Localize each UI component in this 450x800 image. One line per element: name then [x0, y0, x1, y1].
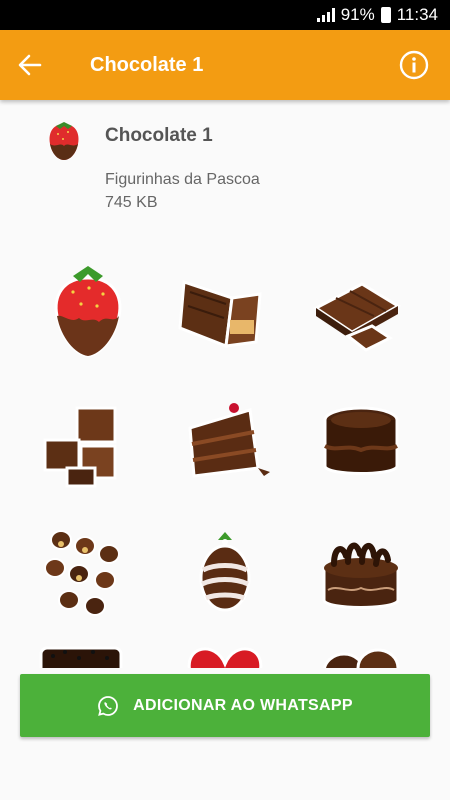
battery-icon — [380, 7, 391, 23]
sticker-chocolate-cubes[interactable] — [33, 388, 143, 498]
sticker-chocolate-egg[interactable] — [170, 518, 280, 628]
page-title: Chocolate 1 — [90, 54, 204, 76]
back-button[interactable] — [14, 51, 46, 79]
sticker-chocolate-round-cake[interactable] — [306, 388, 416, 498]
pack-title: Chocolate 1 — [105, 125, 213, 146]
clock: 11:34 — [396, 5, 438, 24]
sticker-strawberry-chocolate[interactable] — [33, 258, 143, 368]
sticker-chocolate-cake-slice[interactable] — [170, 388, 280, 498]
info-icon — [399, 50, 429, 80]
whatsapp-icon — [98, 695, 119, 716]
sticker-chocolate-curl-cake[interactable] — [306, 518, 416, 628]
sticker-chocolate-bonbons[interactable] — [33, 518, 143, 628]
pack-header: Chocolate 1 Figurinhas da Pascoa 745 KB — [0, 100, 450, 230]
sticker-chocolate-bar[interactable] — [170, 258, 280, 368]
add-to-whatsapp-button[interactable]: ADICIONAR AO WHATSAPP — [20, 674, 430, 737]
arrow-left-icon — [18, 54, 42, 76]
signal-icon — [316, 8, 335, 22]
app-bar: Chocolate 1 — [0, 30, 450, 100]
status-bar: 91% 11:34 — [0, 0, 450, 30]
pack-tray-icon — [44, 120, 84, 164]
pack-publisher: Figurinhas da Pascoa — [105, 171, 260, 188]
add-to-whatsapp-label: ADICIONAR AO WHATSAPP — [133, 696, 353, 714]
sticker-chocolate-sprinkle-bar[interactable] — [33, 628, 143, 668]
sticker-chocolate-truffles[interactable] — [306, 628, 416, 668]
info-button[interactable] — [399, 50, 429, 80]
sticker-grid — [0, 248, 450, 668]
sticker-chocolate-pieces[interactable] — [306, 258, 416, 368]
battery-percent: 91% — [340, 5, 375, 24]
pack-size: 745 KB — [105, 194, 158, 211]
sticker-heart-chocolate[interactable] — [170, 628, 280, 668]
